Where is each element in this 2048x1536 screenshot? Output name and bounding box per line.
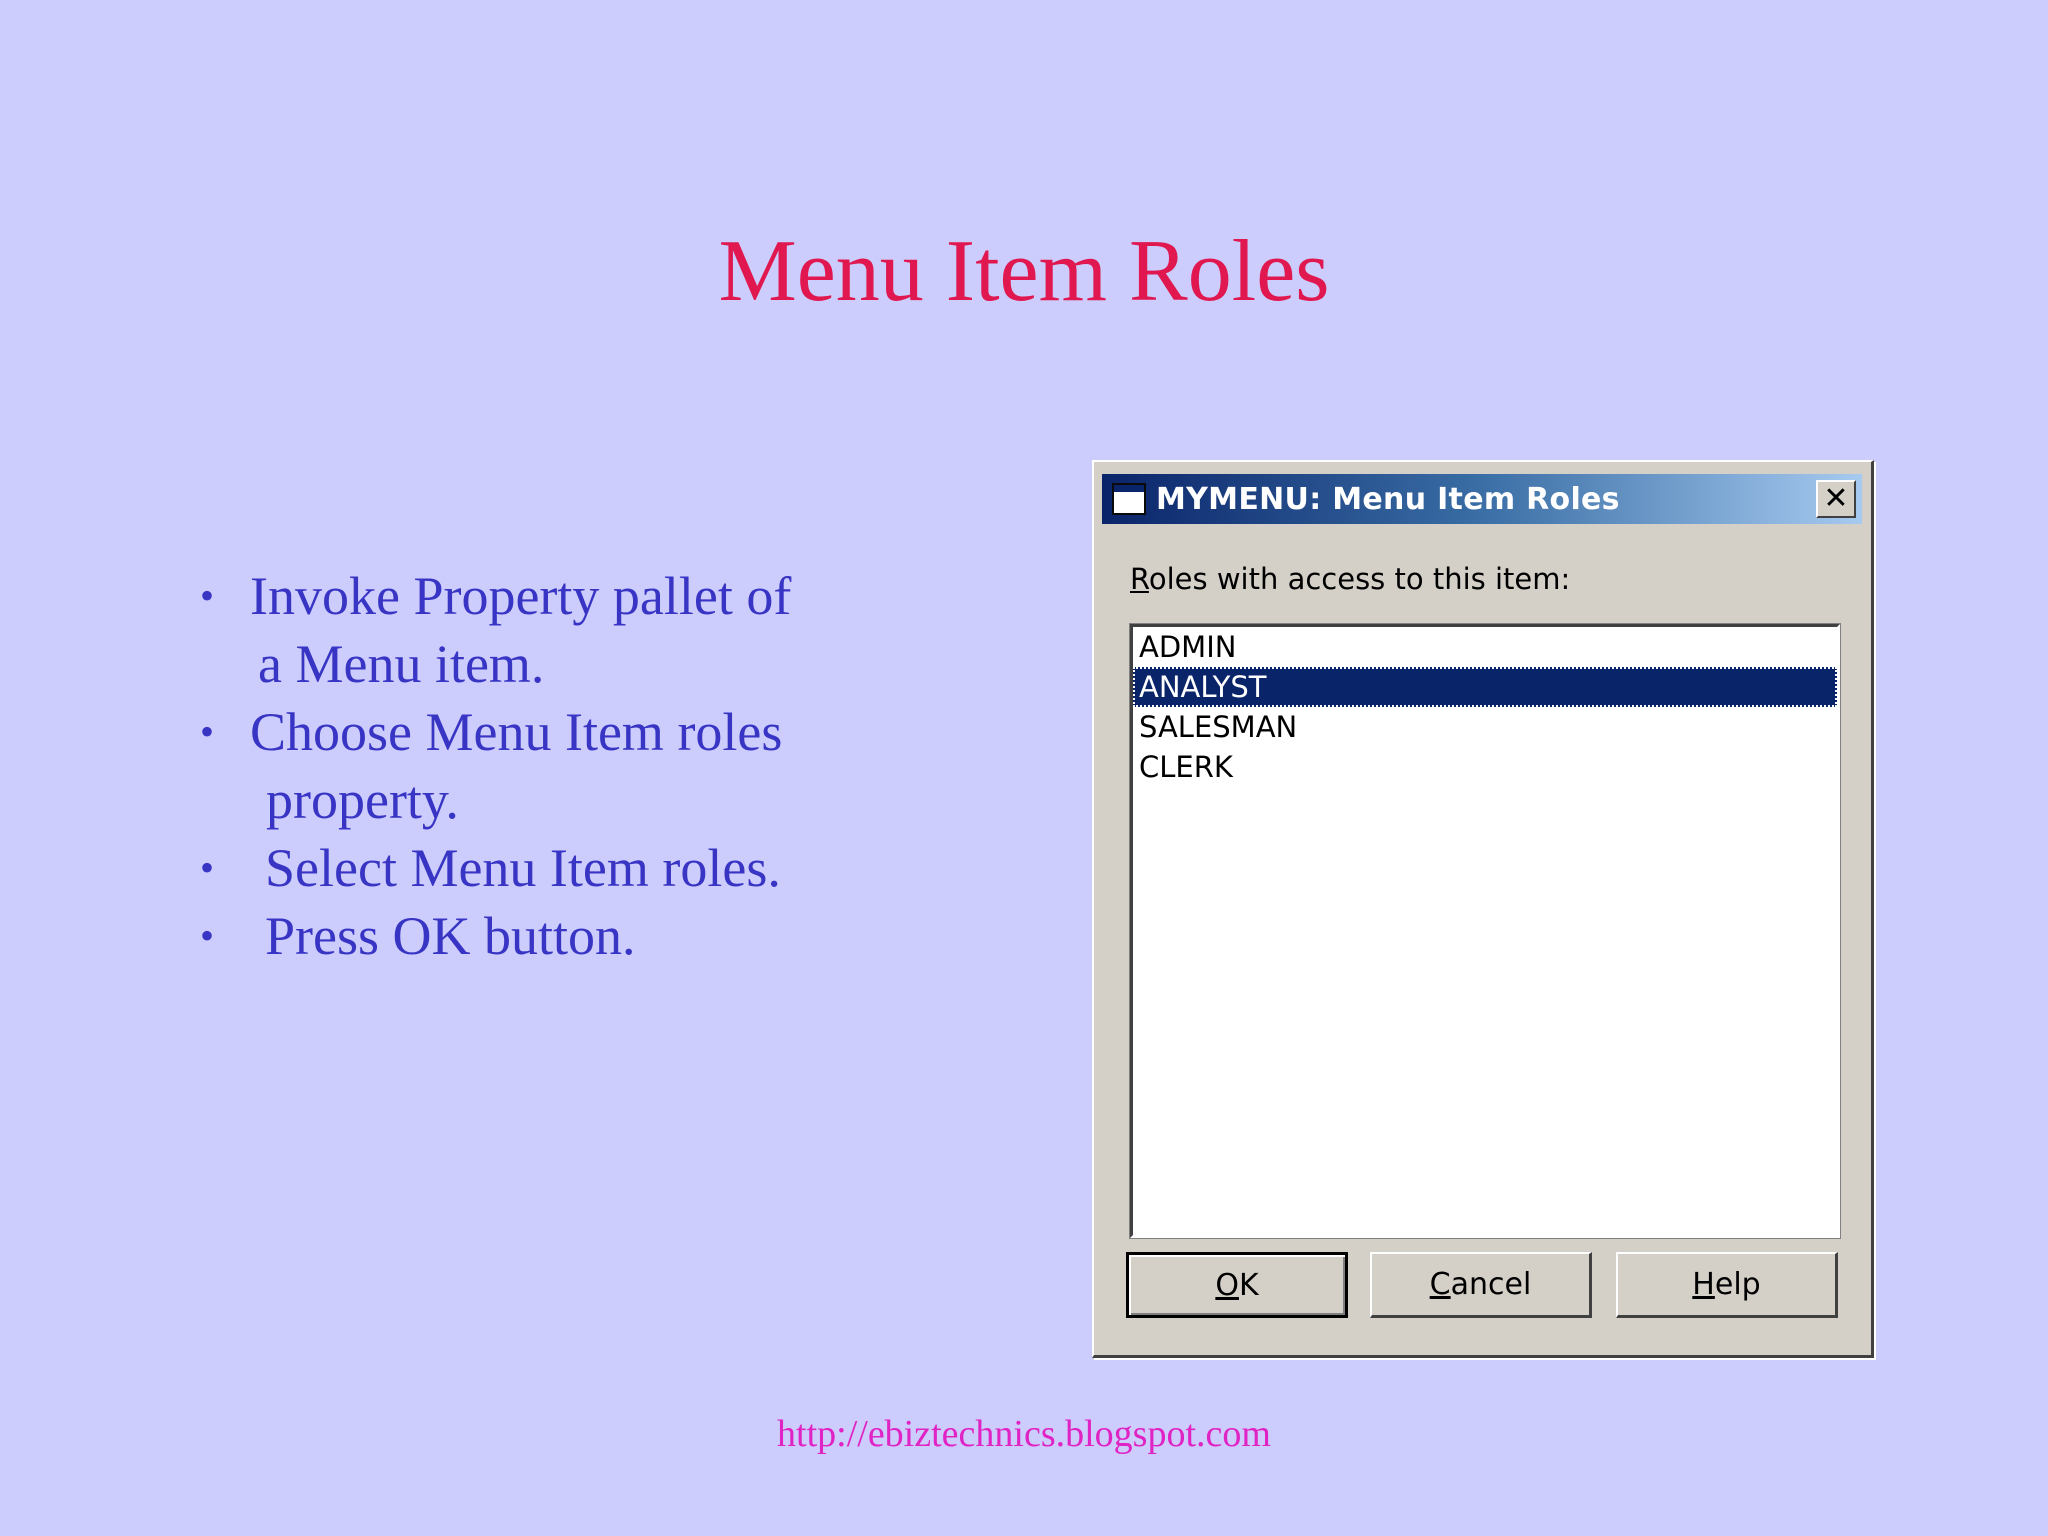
close-icon: ✕ — [1823, 481, 1849, 516]
bullet-item: • Select Menu Item roles. — [200, 834, 900, 902]
dialog-titlebar[interactable]: MYMENU: Menu Item Roles ✕ — [1102, 474, 1862, 524]
bullet-text: property. — [266, 770, 459, 830]
role-item-admin[interactable]: ADMIN — [1133, 627, 1837, 667]
roles-listbox[interactable]: ADMIN ANALYST SALESMAN CLERK — [1129, 623, 1841, 1239]
roles-list-label: Roles with access to this item: — [1130, 562, 1570, 596]
bullet-item: • Invoke Property pallet of a Menu item. — [200, 562, 900, 698]
slide-title: Menu Item Roles — [718, 223, 1330, 320]
help-label: elp — [1714, 1267, 1761, 1302]
menu-item-roles-dialog: MYMENU: Menu Item Roles ✕ Roles with acc… — [1092, 460, 1874, 1358]
bullet-dot-icon: • — [200, 845, 215, 890]
window-icon — [1112, 483, 1146, 515]
bullet-text: Choose Menu Item roles — [250, 702, 783, 762]
cancel-label: ancel — [1450, 1267, 1532, 1302]
bullet-item: • Choose Menu Item roles property. — [200, 698, 900, 834]
role-item-salesman[interactable]: SALESMAN — [1133, 707, 1837, 747]
bullet-text: Select Menu Item roles. — [265, 838, 781, 898]
bullet-dot-icon: • — [200, 709, 215, 754]
help-mnemonic: H — [1692, 1267, 1715, 1302]
label-mnemonic: R — [1130, 562, 1149, 596]
dialog-title: MYMENU: Menu Item Roles — [1156, 481, 1620, 517]
bullet-dot-icon: • — [200, 913, 215, 958]
bullet-text: Invoke Property pallet of — [250, 566, 792, 626]
bullet-text: a Menu item. — [258, 634, 545, 694]
ok-label: K — [1238, 1267, 1259, 1303]
ok-button[interactable]: OK — [1126, 1252, 1348, 1318]
role-item-clerk[interactable]: CLERK — [1133, 747, 1837, 787]
bullet-text: Press OK button. — [265, 906, 636, 966]
help-button[interactable]: Help — [1616, 1252, 1838, 1318]
ok-mnemonic: O — [1215, 1267, 1239, 1303]
cancel-button[interactable]: Cancel — [1370, 1252, 1592, 1318]
bullet-item: • Press OK button. — [200, 902, 900, 970]
close-button[interactable]: ✕ — [1816, 480, 1856, 518]
role-item-analyst[interactable]: ANALYST — [1133, 667, 1837, 707]
cancel-mnemonic: C — [1429, 1267, 1451, 1302]
bullet-dot-icon: • — [200, 573, 215, 618]
footer-link[interactable]: http://ebiztechnics.blogspot.com — [0, 1412, 2048, 1456]
bullet-list: • Invoke Property pallet of a Menu item.… — [200, 562, 900, 970]
label-text: oles with access to this item: — [1148, 562, 1571, 596]
